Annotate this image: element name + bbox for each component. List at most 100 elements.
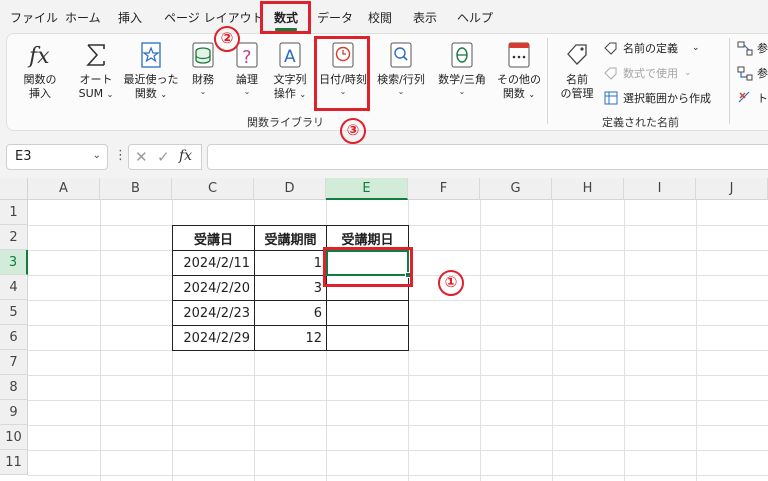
chevron-down-icon: ⌄ [160,90,168,99]
select-all-corner[interactable] [0,178,28,200]
annotation-highlight-formulas-tab [260,1,311,34]
text-functions-label-1: 文字列 [273,73,307,86]
define-name-button[interactable]: 名前の定義 ⌄ [603,40,700,56]
row-header-6[interactable]: 6 [0,325,28,350]
column-header-F[interactable]: F [408,178,480,200]
fx-icon: fx [27,44,50,69]
math-trig-button[interactable]: 数学/三角 ⌄ [433,40,491,97]
annotation-highlight-cell-E3 [323,247,413,287]
lookup-reference-button[interactable]: 検索/行列 ⌄ [373,40,429,97]
trace-dependents-button[interactable]: 参 [737,65,768,81]
table-cell-date[interactable]: 2024/2/29 [173,326,254,350]
tag-fx-icon [604,67,617,80]
table-cell-period[interactable]: 1 [255,251,326,275]
row-header-2[interactable]: 2 [0,225,28,250]
text-functions-label-2: 操作 [273,87,296,100]
group-separator [729,38,730,124]
financial-button[interactable]: 財務 ⌄ [183,40,223,97]
gridline [552,200,553,481]
annotation-step-2-badge: ② [214,26,240,52]
tab-help[interactable]: ヘルプ [457,9,493,26]
theta-icon [451,42,473,68]
autosum-button[interactable]: オート SUM ⌄ [71,40,121,102]
column-header-A[interactable]: A [28,178,100,200]
table-cell-date[interactable]: 2024/2/20 [173,276,254,300]
formula-bar-actions: ✕ ✓ fx [128,144,202,170]
name-manager-button[interactable]: 名前 の管理 [555,40,599,101]
tab-page-layout[interactable]: ページ レイアウト [164,9,264,26]
remove-arrows-button[interactable]: ト [737,90,768,106]
annotation-highlight-date-time [314,36,370,111]
chevron-down-icon: ⌄ [243,87,251,96]
row-header-11[interactable]: 11 [0,450,28,475]
logical-label: 論理 [236,73,258,86]
tab-view[interactable]: 表示 [413,9,437,26]
text-functions-button[interactable]: A 文字列 操作 ⌄ [269,40,311,102]
cancel-icon[interactable]: ✕ [135,148,148,166]
svg-text:?: ? [242,47,252,68]
tab-review[interactable]: 校閲 [368,9,392,26]
text-a-icon: A [279,42,301,68]
table-cell-date[interactable]: 2024/2/11 [173,251,254,275]
trace-precedents-label: 参 [757,42,768,55]
column-header-H[interactable]: H [552,178,624,200]
column-header-I[interactable]: I [624,178,696,200]
table-cell-period[interactable]: 12 [255,326,326,350]
table-header-cell[interactable]: 受講期間 [255,226,326,250]
column-header-D[interactable]: D [254,178,326,200]
more-functions-button[interactable]: その他の 関数 ⌄ [493,40,545,102]
create-from-selection-label: 選択範囲から作成 [623,92,711,105]
create-from-selection-button[interactable]: 選択範囲から作成 [603,90,711,106]
tag-icon [604,42,617,55]
name-manager-label-2: の管理 [560,87,594,100]
recently-used-label-2: 関数 [134,87,157,100]
use-in-formula-button[interactable]: 数式で使用 ⌄ [603,65,692,81]
column-header-C[interactable]: C [172,178,254,200]
column-header-E[interactable]: E [326,178,408,200]
gridline [28,400,768,401]
row-header-7[interactable]: 7 [0,350,28,375]
chevron-down-icon: ⌄ [528,90,536,99]
ribbon-panel: fx 関数の 挿入 オート SUM ⌄ 最近使った 関数 ⌄ 財務 ⌄ ? 論理… [6,33,768,131]
enter-check-icon[interactable]: ✓ [157,148,170,166]
column-header-G[interactable]: G [480,178,552,200]
row-header-5[interactable]: 5 [0,300,28,325]
column-header-B[interactable]: B [100,178,172,200]
recently-used-button[interactable]: 最近使った 関数 ⌄ [121,40,181,102]
row-header-4[interactable]: 4 [0,275,28,300]
svg-text:A: A [284,47,296,67]
more-functions-icon [508,42,530,68]
grid-selection-icon [604,91,618,105]
insert-function-fx-icon[interactable]: fx [179,148,192,164]
tab-file[interactable]: ファイル [10,9,58,26]
tab-home[interactable]: ホーム [65,9,101,26]
chevron-down-icon: ⌄ [684,68,692,78]
trace-precedents-button[interactable]: 参 [737,40,768,56]
chevron-down-icon[interactable]: ⌄ [93,150,101,161]
row-header-9[interactable]: 9 [0,400,28,425]
remove-arrows-icon [738,91,750,103]
row-header-1[interactable]: 1 [0,200,28,225]
insert-function-button[interactable]: fx 関数の 挿入 [15,40,65,101]
more-options-icon[interactable]: ⋮ [114,148,127,163]
more-functions-label-2: 関数 [502,87,525,100]
tab-insert[interactable]: 挿入 [118,9,142,26]
column-header-J[interactable]: J [696,178,768,200]
table-border [408,225,409,351]
table-cell-period[interactable]: 3 [255,276,326,300]
row-header-10[interactable]: 10 [0,425,28,450]
name-box[interactable]: E3 ⌄ [6,144,108,170]
gridline [100,200,101,481]
table-cell-date[interactable]: 2024/2/23 [173,301,254,325]
table-header-cell[interactable]: 受講日 [173,226,254,250]
table-cell-due-date[interactable] [327,326,408,350]
row-header-3[interactable]: 3 [0,250,28,275]
table-cell-period[interactable]: 6 [255,301,326,325]
trace-dependents-label: 参 [757,67,768,80]
row-header-8[interactable]: 8 [0,375,28,400]
tab-data[interactable]: データ [317,9,353,26]
autosum-label-2: SUM [78,87,104,100]
table-cell-due-date[interactable] [327,301,408,325]
chevron-down-icon: ⌄ [106,90,114,99]
formula-input[interactable] [207,144,768,170]
